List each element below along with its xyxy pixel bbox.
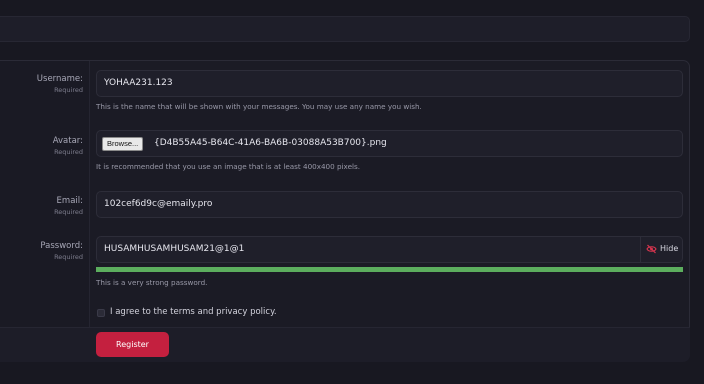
password-label: Password: (40, 241, 83, 251)
avatar-hint: It is recommended that you use an image … (96, 162, 361, 171)
password-required: Required (54, 253, 83, 261)
username-label-group: Username: Required (0, 74, 83, 95)
avatar-file-field[interactable]: Browse... {D4B55A45-B64C-41A6-BA6B-03088… (96, 130, 683, 157)
hide-label: Hide (660, 244, 679, 253)
avatar-file-name: {D4B55A45-B64C-41A6-BA6B-03088A53B700}.p… (154, 138, 387, 148)
password-strength-fill (96, 267, 683, 272)
avatar-label: Avatar: (52, 136, 83, 146)
username-required: Required (54, 86, 83, 94)
email-label: Email: (56, 196, 83, 206)
email-field[interactable]: 102cef6d9c@emaily.pro (96, 191, 683, 218)
password-field[interactable]: HUSAMHUSAMHUSAM21@1@1 Hide (96, 236, 683, 263)
eye-slash-icon (646, 244, 657, 254)
username-hint: This is the name that will be shown with… (96, 102, 422, 111)
username-value: YOHAA231.123 (104, 78, 173, 88)
password-strength-text: This is a very strong password. (96, 278, 208, 287)
register-button[interactable]: Register (96, 332, 169, 357)
password-value: HUSAMHUSAMHUSAM21@1@1 (104, 244, 245, 254)
password-strength-meter (96, 267, 683, 272)
username-field[interactable]: YOHAA231.123 (96, 70, 683, 97)
hide-password-toggle[interactable]: Hide (640, 237, 682, 262)
email-label-group: Email: Required (0, 196, 83, 217)
email-required: Required (54, 208, 83, 216)
avatar-label-group: Avatar: Required (0, 136, 83, 157)
username-label: Username: (36, 74, 83, 84)
registration-form: Username: Required YOHAA231.123 This is … (0, 60, 690, 362)
top-bar (0, 16, 690, 42)
email-value: 102cef6d9c@emaily.pro (104, 199, 213, 209)
password-label-group: Password: Required (0, 241, 83, 262)
agree-label[interactable]: I agree to the terms and privacy policy. (110, 307, 277, 317)
agree-checkbox[interactable] (97, 309, 105, 317)
browse-button[interactable]: Browse... (102, 137, 144, 151)
avatar-required: Required (54, 148, 83, 156)
